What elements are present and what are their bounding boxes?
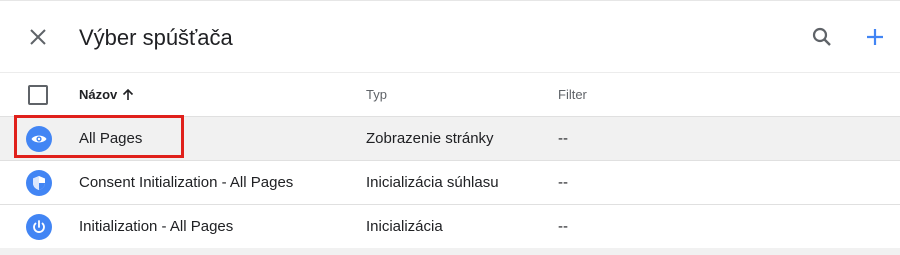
column-header-name[interactable]: Názov xyxy=(79,87,135,103)
search-icon xyxy=(812,27,831,46)
dialog-header: Výber spúšťača xyxy=(0,1,900,73)
add-trigger-button[interactable] xyxy=(863,25,887,49)
row-name: All Pages xyxy=(79,130,143,147)
row-type: Zobrazenie stránky xyxy=(366,130,494,147)
column-header-name-label: Názov xyxy=(79,87,118,102)
power-icon xyxy=(26,214,52,240)
row-type: Inicializácia xyxy=(366,218,443,235)
arrow-up-icon xyxy=(123,88,134,100)
close-icon xyxy=(30,29,46,45)
column-header-filter[interactable]: Filter xyxy=(558,87,587,103)
row-filter: -- xyxy=(558,218,568,235)
table-header: Názov Typ Filter xyxy=(0,73,900,117)
table-row[interactable]: All Pages Zobrazenie stránky -- xyxy=(0,117,900,161)
row-type: Inicializácia súhlasu xyxy=(366,174,499,191)
close-button[interactable] xyxy=(26,25,50,49)
table-row[interactable]: Initialization - All Pages Inicializácia… xyxy=(0,205,900,249)
eye-icon xyxy=(26,126,52,152)
shield-icon xyxy=(26,170,52,196)
select-all-checkbox[interactable] xyxy=(28,85,48,105)
column-header-type[interactable]: Typ xyxy=(366,87,387,103)
plus-icon xyxy=(867,29,883,45)
table-footer-edge xyxy=(0,248,900,255)
trigger-picker-dialog: Výber spúšťača Názov Typ Filter All Page… xyxy=(0,0,900,255)
dialog-title: Výber spúšťača xyxy=(79,25,233,50)
row-name: Initialization - All Pages xyxy=(79,218,234,235)
search-button[interactable] xyxy=(810,25,834,49)
row-filter: -- xyxy=(558,174,568,191)
row-name: Consent Initialization - All Pages xyxy=(79,174,294,191)
row-filter: -- xyxy=(558,130,568,147)
table-row[interactable]: Consent Initialization - All Pages Inici… xyxy=(0,161,900,205)
